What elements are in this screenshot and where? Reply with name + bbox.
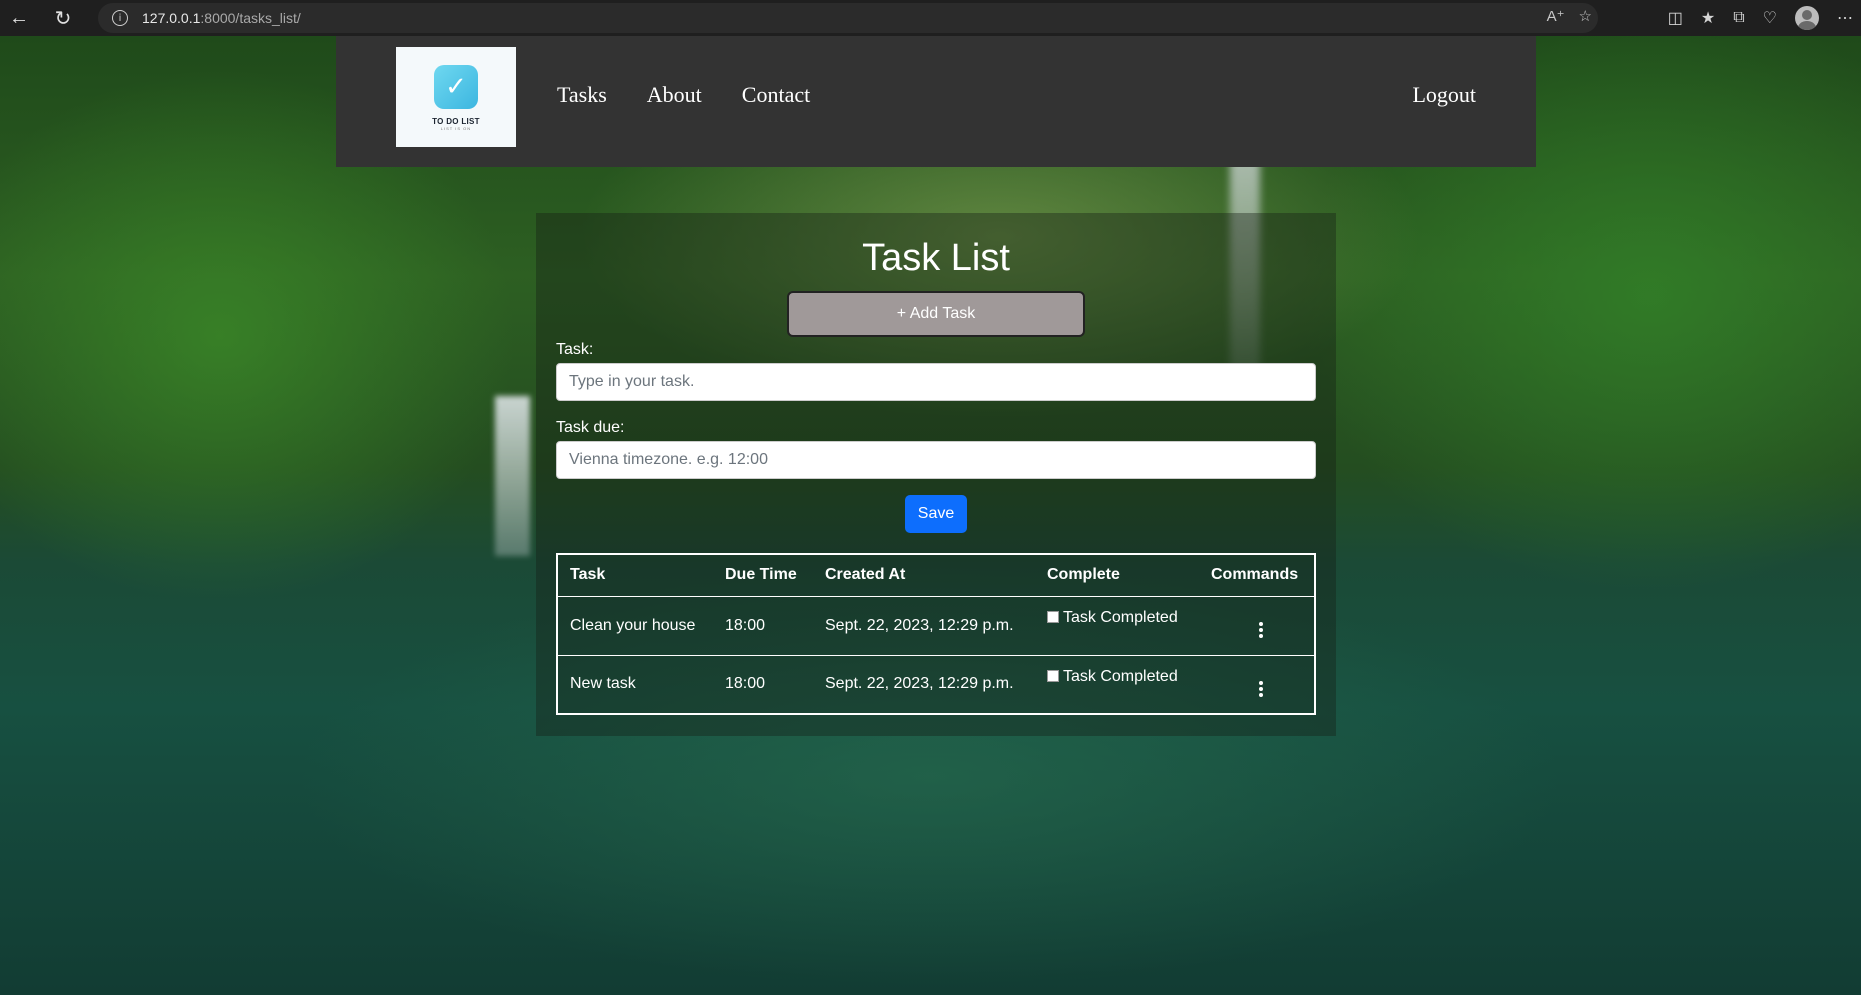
kebab-menu-icon[interactable] — [1259, 622, 1263, 638]
task-panel: Task List + Add Task Task: Task due: Sav… — [536, 213, 1336, 736]
task-completed-checkbox[interactable] — [1047, 610, 1059, 623]
site-navbar: ✓ TO DO LIST LIST IS ON Tasks About Cont… — [336, 36, 1536, 167]
logo-subtext: LIST IS ON — [440, 126, 472, 131]
add-task-button[interactable]: + Add Task — [787, 291, 1085, 337]
checkmark-icon: ✓ — [434, 65, 478, 109]
logo-text: TO DO LIST — [432, 117, 480, 126]
column-header-created-at: Created At — [813, 554, 1035, 597]
logout-link[interactable]: Logout — [1412, 82, 1476, 108]
task-input[interactable] — [556, 363, 1316, 401]
nav-link-contact[interactable]: Contact — [742, 82, 810, 108]
task-name: New task — [570, 675, 636, 693]
address-url: 127.0.0.1:8000/tasks_list/ — [142, 10, 301, 26]
task-name: Clean your house — [557, 596, 713, 656]
nav-link-tasks[interactable]: Tasks — [557, 82, 607, 108]
browser-essentials-icon[interactable]: ♡ — [1763, 8, 1777, 28]
collections-icon[interactable]: ⧉ — [1733, 9, 1744, 27]
site-logo[interactable]: ✓ TO DO LIST LIST IS ON — [396, 47, 516, 147]
browser-toolbar: ← ↻ i 127.0.0.1:8000/tasks_list/ A⁺ ☆ ◫ … — [0, 0, 1861, 36]
task-completed-checkbox[interactable] — [1047, 669, 1059, 682]
task-due-time: 18:00 — [725, 675, 766, 693]
nav-links: Tasks About Contact — [557, 82, 810, 108]
profile-avatar[interactable] — [1795, 6, 1819, 30]
task-complete-cell: Task Completed — [1035, 655, 1199, 714]
more-menu-icon[interactable]: ⋯ — [1837, 8, 1853, 28]
tasks-table: Task Due Time Created At Complete Comman… — [556, 553, 1316, 715]
task-created-at: Sept. 22, 2023, 12:29 p.m. — [825, 675, 1014, 693]
favorite-star-icon[interactable]: ☆ — [1579, 7, 1592, 25]
task-due-input[interactable] — [556, 441, 1316, 479]
reload-icon[interactable]: ↻ — [44, 0, 82, 36]
task-commands-cell — [1199, 655, 1315, 714]
table-row: New task 18:00 Sept. 22, 2023, 12:29 p.m… — [557, 655, 1315, 714]
kebab-menu-icon[interactable] — [1259, 680, 1263, 697]
task-label: Task: — [556, 341, 594, 358]
task-complete-cell: Task Completed — [1035, 596, 1199, 656]
site-info-icon[interactable]: i — [112, 10, 128, 26]
back-icon[interactable]: ← — [0, 0, 38, 36]
url-path: :8000/tasks_list/ — [200, 10, 301, 26]
table-row: Clean your house 18:00 Sept. 22, 2023, 1… — [557, 596, 1315, 656]
column-header-task: Task — [557, 554, 713, 597]
column-header-complete: Complete — [1035, 554, 1199, 597]
task-commands-cell — [1199, 596, 1315, 656]
task-completed-label: Task Completed — [1063, 608, 1178, 626]
column-header-commands: Commands — [1199, 554, 1315, 597]
save-button[interactable]: Save — [905, 495, 967, 533]
waterfall-left — [495, 396, 530, 556]
task-due-time: 18:00 — [713, 596, 813, 656]
task-created-at: Sept. 22, 2023, 12:29 p.m. — [813, 596, 1035, 656]
read-aloud-icon[interactable]: A⁺ — [1547, 7, 1565, 25]
nav-link-about[interactable]: About — [647, 82, 702, 108]
address-bar[interactable]: i 127.0.0.1:8000/tasks_list/ A⁺ ☆ — [98, 3, 1598, 33]
split-screen-icon[interactable]: ◫ — [1668, 8, 1683, 28]
column-header-due-time: Due Time — [713, 554, 813, 597]
url-host: 127.0.0.1 — [142, 10, 201, 26]
task-due-label: Task due: — [556, 419, 625, 436]
table-header-row: Task Due Time Created At Complete Comman… — [557, 554, 1315, 597]
page-title: Task List — [862, 237, 1010, 279]
favorites-icon[interactable]: ★ — [1701, 8, 1715, 28]
task-completed-label: Task Completed — [1063, 667, 1178, 685]
